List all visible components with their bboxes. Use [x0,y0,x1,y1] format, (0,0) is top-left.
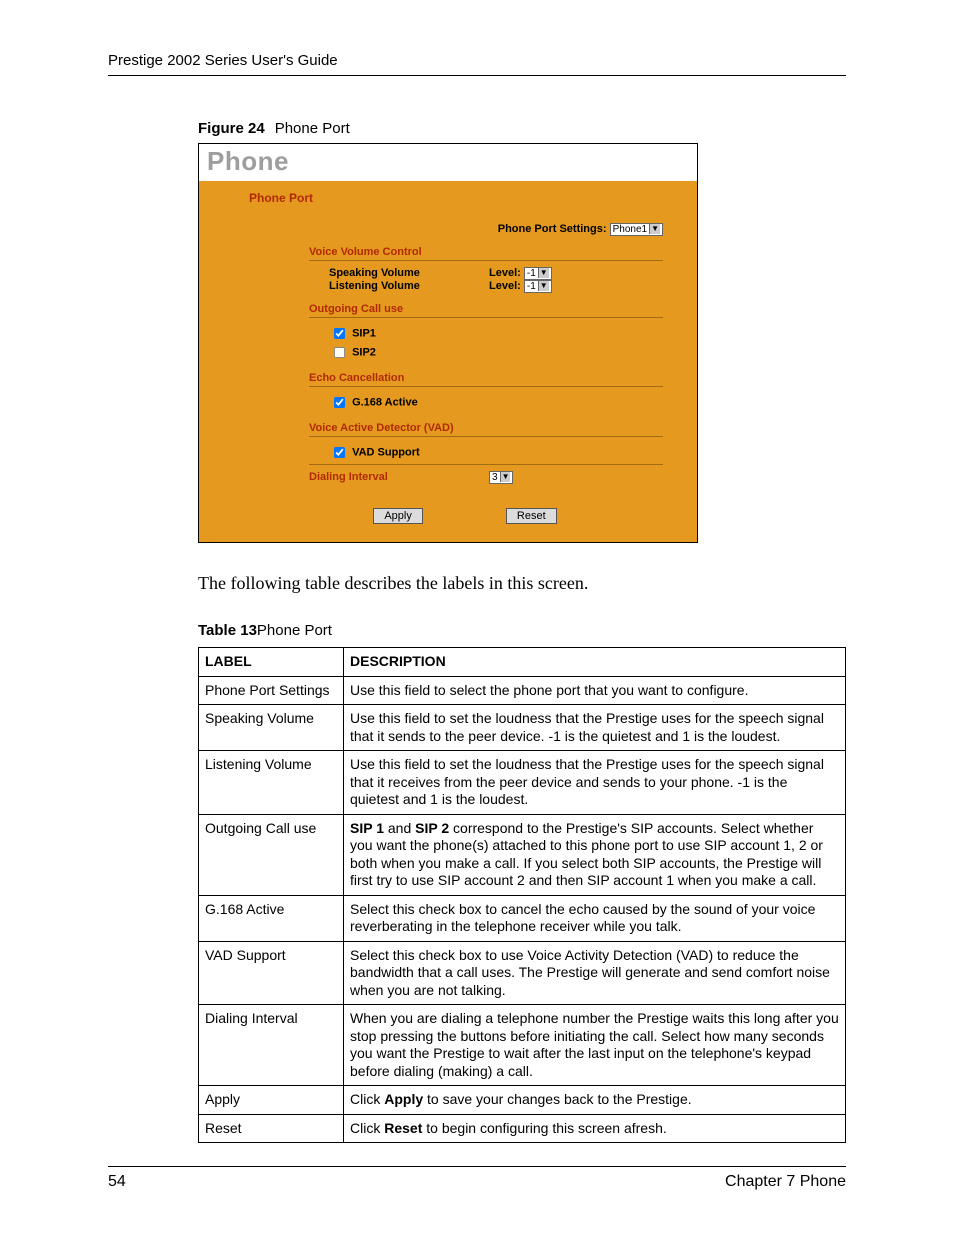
phone-port-settings-value: Phone1 [613,224,647,235]
vad-support-checkbox[interactable] [334,447,345,458]
sip1-label: SIP1 [352,327,376,339]
table-cell-label: Outgoing Call use [199,814,344,895]
dialing-interval-label: Dialing Interval [309,471,489,484]
table-title: Phone Port [257,622,332,639]
table-cell-label: Phone Port Settings [199,676,344,705]
page-footer: 54 Chapter 7 Phone [108,1166,846,1191]
table-label: Table 13 [198,622,257,639]
level-label: Level: [489,280,521,292]
g168-label: G.168 Active [352,396,418,408]
listening-volume-select[interactable]: -1▼ [524,280,552,293]
chevron-down-icon: ▼ [538,281,549,291]
table-cell-description: When you are dialing a telephone number … [344,1005,846,1086]
phone-port-settings-label: Phone Port Settings: [498,223,607,235]
figure-page-title: Phone [199,144,697,177]
running-header: Prestige 2002 Series User's Guide [108,52,846,76]
chevron-down-icon: ▼ [538,268,549,278]
speaking-volume-select[interactable]: -1▼ [524,267,552,280]
table-row: Dialing IntervalWhen you are dialing a t… [199,1005,846,1086]
chevron-down-icon: ▼ [500,472,511,482]
table-cell-label: Dialing Interval [199,1005,344,1086]
divider [309,260,663,261]
table-cell-description: SIP 1 and SIP 2 correspond to the Presti… [344,814,846,895]
section-outgoing-call-use: Outgoing Call use [309,303,681,315]
table-cell-label: Listening Volume [199,751,344,815]
speaking-volume-value: -1 [527,268,536,279]
figure-phone-port: Phone Phone Port Phone Port Settings: Ph… [198,143,698,543]
divider [309,317,663,318]
table-row: Listening VolumeUse this field to set th… [199,751,846,815]
section-phone-port: Phone Port [249,191,681,205]
speaking-volume-label: Speaking Volume [329,267,489,280]
listening-volume-value: -1 [527,281,536,292]
table-caption: Table 13Phone Port [198,622,846,639]
divider [309,386,663,387]
section-echo-cancellation: Echo Cancellation [309,372,681,384]
table-header-label: LABEL [199,648,344,677]
table-phone-port: LABEL DESCRIPTION Phone Port SettingsUse… [198,647,846,1143]
table-cell-description: Select this check box to cancel the echo… [344,895,846,941]
table-cell-description: Use this field to set the loudness that … [344,751,846,815]
vad-support-label: VAD Support [352,446,420,458]
divider [309,464,663,465]
figure-title: Phone Port [275,120,350,137]
table-row: Phone Port SettingsUse this field to sel… [199,676,846,705]
table-row: Outgoing Call useSIP 1 and SIP 2 corresp… [199,814,846,895]
dialing-interval-value: 3 [492,472,498,483]
level-label: Level: [489,267,521,279]
page-number: 54 [108,1173,126,1191]
table-cell-description: Use this field to set the loudness that … [344,705,846,751]
table-cell-description: Select this check box to use Voice Activ… [344,941,846,1005]
table-cell-description: Use this field to select the phone port … [344,676,846,705]
table-cell-description: Click Reset to begin configuring this sc… [344,1114,846,1143]
table-cell-label: VAD Support [199,941,344,1005]
section-vad: Voice Active Detector (VAD) [309,422,681,434]
dialing-interval-select[interactable]: 3▼ [489,471,513,484]
listening-volume-label: Listening Volume [329,280,489,293]
chapter-label: Chapter 7 Phone [725,1173,846,1191]
table-row: ResetClick Reset to begin configuring th… [199,1114,846,1143]
table-cell-description: Click Apply to save your changes back to… [344,1086,846,1115]
section-voice-volume-control: Voice Volume Control [309,246,681,258]
table-cell-label: Speaking Volume [199,705,344,751]
table-row: VAD SupportSelect this check box to use … [199,941,846,1005]
table-row: Speaking VolumeUse this field to set the… [199,705,846,751]
table-header-description: DESCRIPTION [344,648,846,677]
figure-label: Figure 24 [198,120,265,137]
reset-button[interactable]: Reset [506,508,557,524]
sip2-checkbox[interactable] [334,347,345,358]
divider [309,436,663,437]
sip1-checkbox[interactable] [334,328,345,339]
figure-caption: Figure 24 Phone Port [198,120,846,137]
apply-button[interactable]: Apply [373,508,423,524]
table-row: G.168 ActiveSelect this check box to can… [199,895,846,941]
phone-port-settings-select[interactable]: Phone1▼ [610,223,663,236]
table-cell-label: Apply [199,1086,344,1115]
body-paragraph: The following table describes the labels… [198,573,846,594]
table-cell-label: G.168 Active [199,895,344,941]
chevron-down-icon: ▼ [649,224,660,234]
table-row: ApplyClick Apply to save your changes ba… [199,1086,846,1115]
table-cell-label: Reset [199,1114,344,1143]
g168-checkbox[interactable] [334,397,345,408]
sip2-label: SIP2 [352,346,376,358]
figure-form-area: Phone Port Phone Port Settings: Phone1▼ … [199,181,697,542]
